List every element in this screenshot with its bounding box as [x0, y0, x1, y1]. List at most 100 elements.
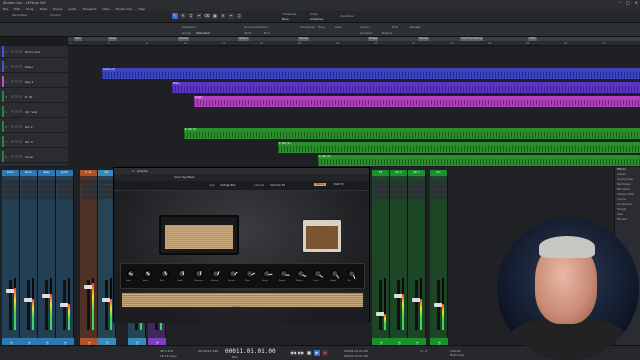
volume-fader-track[interactable] [415, 280, 418, 330]
edit-label[interactable]: Edit [392, 25, 398, 29]
amp-knob[interactable] [331, 270, 339, 279]
insert-slot[interactable] [373, 190, 389, 194]
menu-edit[interactable]: Edit [14, 7, 20, 11]
track-name[interactable]: Key 2 [25, 80, 43, 84]
insert-slot[interactable] [431, 195, 447, 199]
amp-head[interactable] [159, 215, 239, 255]
audio-clip[interactable]: Piano [172, 82, 640, 93]
menu-track[interactable]: Track [39, 7, 47, 11]
record-button[interactable] [19, 95, 22, 98]
track-name[interactable]: Vocal [25, 155, 43, 159]
amp-knob[interactable] [280, 270, 290, 278]
arrangement-view[interactable]: Guitar (4) Piano Organ E. Gtr (1) E. Gtr… [68, 46, 640, 166]
snap-select[interactable]: Adaptive [310, 17, 323, 21]
stop-icon[interactable]: ■ [306, 350, 312, 356]
marker-chorus-2[interactable]: Chorus [298, 37, 309, 41]
volume-fader-track[interactable] [379, 280, 382, 330]
insert-slot[interactable] [373, 195, 389, 199]
solo-button[interactable] [15, 50, 18, 53]
marker-bridge[interactable]: Bridge [368, 37, 379, 41]
insert-slot[interactable] [409, 185, 425, 189]
insert-slot[interactable] [391, 190, 407, 194]
track-name[interactable]: Gtr 2 [25, 125, 43, 129]
audio-clip[interactable]: Organ [194, 96, 640, 107]
insert-slot[interactable] [81, 185, 97, 189]
control-tab[interactable]: Control [50, 13, 61, 17]
insert-slot[interactable] [81, 180, 97, 184]
menu-file[interactable]: File [3, 7, 8, 11]
mixer-channel-strip[interactable]: Vox ♪ [430, 170, 448, 350]
eraser-tool-icon[interactable]: ⌫ [204, 13, 210, 19]
channel-name[interactable]: FX [372, 170, 389, 176]
audio-clip[interactable]: E. Gtr (2) [278, 142, 640, 153]
metronome-label[interactable]: Metronome [450, 354, 464, 357]
amp-knob[interactable] [144, 270, 152, 278]
insert-slot[interactable] [39, 190, 55, 194]
insert-slot[interactable] [373, 185, 389, 189]
insert-slot[interactable] [57, 195, 73, 199]
mixer-channel-strip[interactable]: Bass ♪ [38, 170, 56, 350]
amp-knob[interactable] [161, 270, 169, 278]
mixer-channel-strip[interactable]: Drum ♪ [2, 170, 20, 350]
timeline-ruler[interactable]: Intro Verse Chorus Verse 2 Chorus Bridge… [68, 37, 640, 46]
record-button[interactable] [19, 140, 22, 143]
amp-knob[interactable] [229, 270, 238, 278]
insert-slot[interactable] [39, 195, 55, 199]
amp-knob[interactable] [212, 270, 220, 278]
volume-fader-track[interactable] [45, 280, 48, 330]
channel-name[interactable]: Vox [430, 170, 447, 176]
mute-button[interactable] [11, 125, 14, 128]
paint-tool-icon[interactable]: ▦ [212, 13, 218, 19]
amp-knob[interactable] [195, 270, 203, 278]
insert-slot[interactable] [3, 190, 19, 194]
amp-knob[interactable] [127, 270, 135, 278]
volume-fader-track[interactable] [105, 280, 108, 330]
track-header[interactable]: 6 Gtr 2 [0, 121, 68, 133]
mute-button[interactable] [11, 80, 14, 83]
preset-select[interactable]: Crunchy Plexi [174, 175, 194, 179]
record-button[interactable] [19, 80, 22, 83]
mixer-channel-strip[interactable]: Synth ♪ [56, 170, 74, 350]
marker-outro[interactable]: Outro [528, 37, 538, 41]
solo-button[interactable] [15, 65, 18, 68]
marker-feeling[interactable]: I Got The Feeling [460, 37, 484, 41]
insert-slot[interactable] [391, 180, 407, 184]
insert-slot[interactable] [57, 185, 73, 189]
track-header[interactable]: 7 Gtr 3 [0, 136, 68, 148]
track-name[interactable]: E. Gt [25, 95, 43, 99]
insert-slot[interactable] [3, 185, 19, 189]
audio-clip[interactable]: E. Gtr (3) [318, 155, 640, 166]
record-button[interactable] [19, 65, 22, 68]
rewind-icon[interactable]: ◀◀ [290, 350, 296, 356]
mute-button[interactable] [11, 155, 14, 158]
mute-button[interactable] [11, 140, 14, 143]
track-name[interactable]: Piano [25, 65, 43, 69]
mixer-channel-strip[interactable]: FX ♪ [372, 170, 390, 350]
volume-fader-track[interactable] [27, 280, 30, 330]
minimize-button[interactable]: – [619, 0, 621, 5]
track-name[interactable]: Gtr 3 [25, 140, 43, 144]
insert-slot[interactable] [39, 185, 55, 189]
insert-slot[interactable] [431, 190, 447, 194]
mute-button[interactable] [11, 50, 14, 53]
group-select[interactable]: Standard [196, 31, 210, 35]
solo-button[interactable] [15, 110, 18, 113]
amp-knob[interactable] [297, 270, 306, 278]
amp-knob[interactable] [246, 270, 255, 278]
solo-button[interactable] [15, 155, 18, 158]
audio-clip[interactable]: Guitar (4) [102, 68, 640, 79]
insert-slot[interactable] [431, 180, 447, 184]
track-header[interactable]: 1 Drum VoA [0, 46, 68, 58]
insert-slot[interactable] [21, 180, 37, 184]
insert-slot[interactable] [81, 195, 97, 199]
post-fx-tab[interactable]: Post FX [334, 183, 344, 186]
repeat-label[interactable]: Repeat [410, 25, 421, 29]
split-tool-icon[interactable]: ✂ [196, 13, 202, 19]
forward-icon[interactable]: ▶▶ [298, 350, 304, 356]
menu-event[interactable]: Event [53, 7, 62, 11]
insert-slot[interactable] [39, 180, 55, 184]
maximize-button[interactable]: □ [626, 0, 630, 5]
tempo[interactable]: 120.00 [450, 349, 461, 353]
marker-chorus-3[interactable]: Chorus [418, 37, 429, 41]
signature[interactable]: 4 / 4 [420, 349, 427, 353]
